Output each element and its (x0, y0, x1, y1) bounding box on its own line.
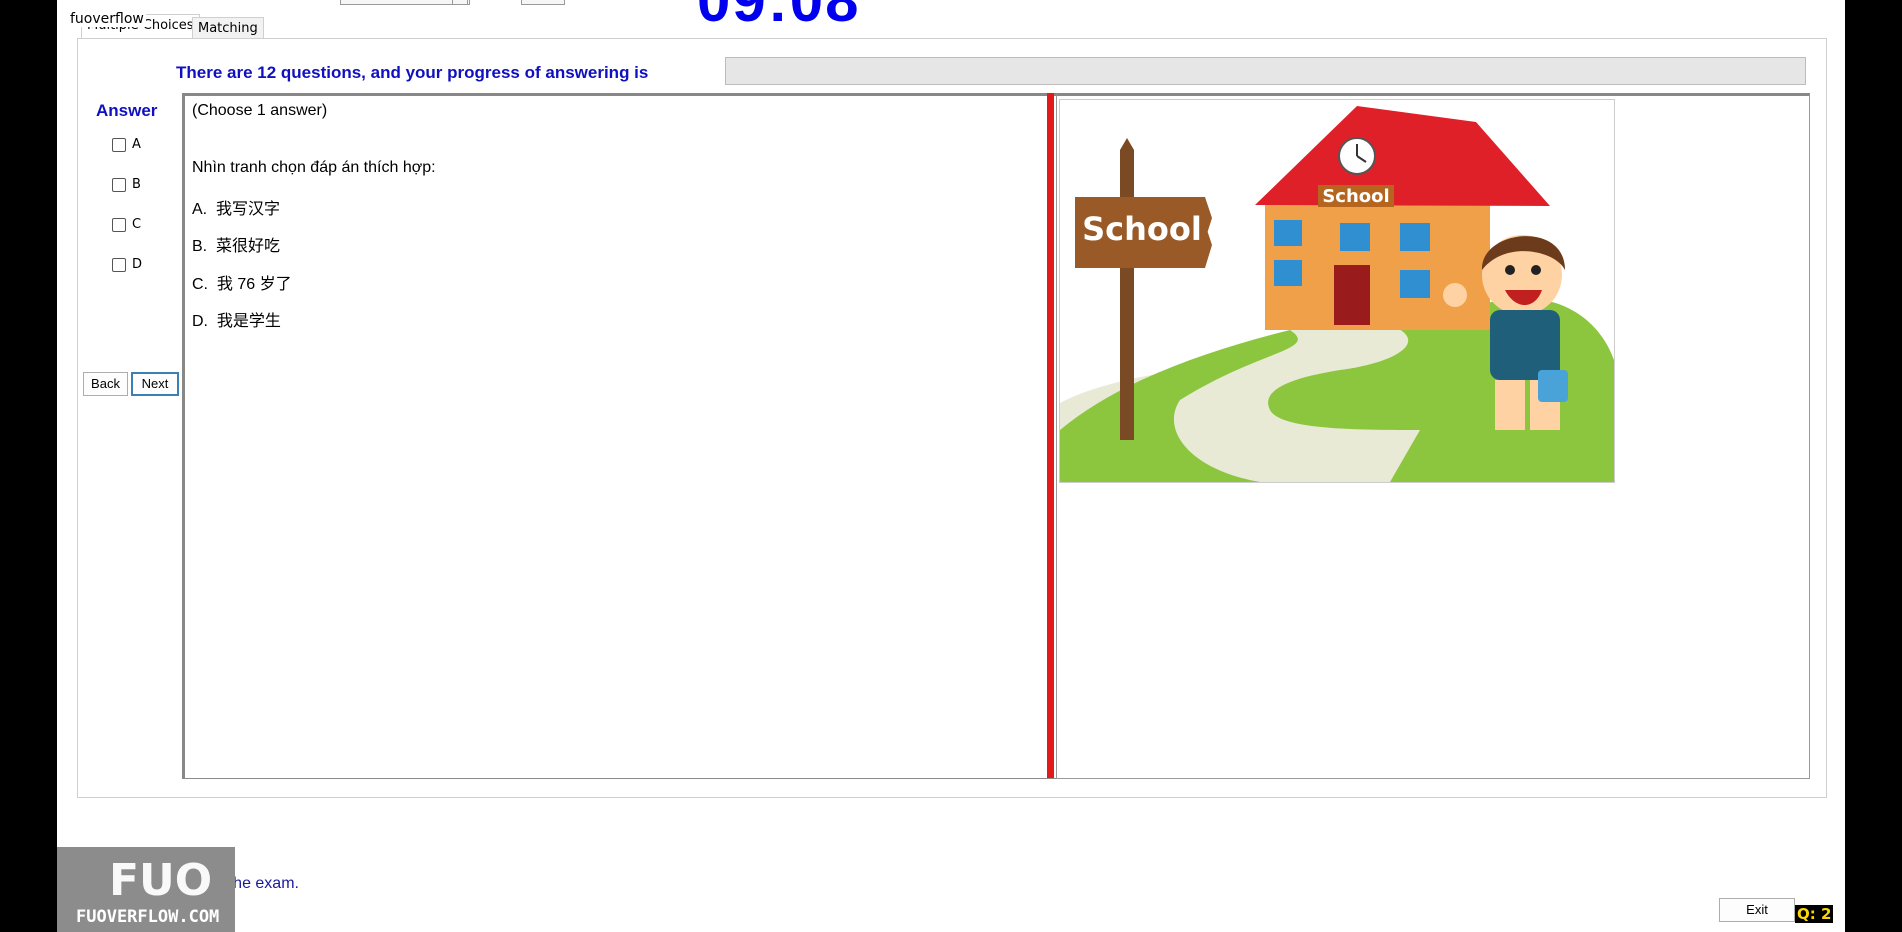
question-counter: Q: 2 (1795, 905, 1834, 923)
question-option-text: 我是学生 (216, 313, 281, 330)
back-button[interactable]: Back (83, 372, 128, 396)
question-option-letter: B. (192, 238, 208, 255)
window-title: fuoverflow (68, 11, 146, 27)
exit-button[interactable]: Exit (1719, 898, 1795, 922)
building-sign-text: School (1322, 186, 1389, 207)
question-option-text: 我写汉字 (216, 201, 281, 218)
question-option-text: 我 76 岁了 (216, 276, 292, 293)
answer-option-label: C (132, 217, 142, 232)
checkbox-b[interactable] (112, 177, 126, 192)
question-option-d: D. 我是学生 (192, 307, 281, 331)
signpost-text: School (1082, 210, 1202, 248)
question-prompt: Nhìn tranh chọn đáp án thích hợp: (192, 159, 436, 176)
school-illustration: School School (1037, 106, 1637, 500)
progress-bar (725, 57, 1806, 85)
question-text-panel: (Choose 1 answer) Nhìn tranh chọn đáp án… (182, 93, 1110, 779)
answer-option-label: D (132, 257, 143, 272)
tab-matching[interactable]: Matching (192, 17, 264, 39)
multiple-choice-panel: There are 12 questions, and your progres… (77, 38, 1827, 798)
progress-label: There are 12 questions, and your progres… (176, 63, 649, 82)
answer-option-c[interactable]: C (112, 217, 141, 232)
answer-option-label: B (132, 177, 141, 192)
top-field-dropdown-button[interactable] (452, 0, 468, 5)
question-option-letter: C. (192, 276, 208, 293)
question-option-c: C. 我 76 岁了 (192, 270, 292, 294)
question-option-letter: A. (192, 201, 208, 218)
top-field[interactable] (340, 0, 470, 5)
answer-option-b[interactable]: B (112, 177, 141, 192)
question-option-text: 菜很好吃 (216, 238, 281, 255)
exam-window: fuoverflow 09:08 Multiple Choices Matchi… (57, 0, 1845, 932)
countdown-timer: 09:08 (697, 0, 861, 34)
question-image-panel: School School (1037, 93, 1810, 779)
question-instruction: (Choose 1 answer) (192, 102, 328, 119)
next-button[interactable]: Next (131, 372, 179, 396)
answer-option-a[interactable]: A (112, 137, 141, 152)
watermark-site-text: FUOVERFLOW.COM (76, 907, 220, 927)
fuoverflow-watermark-logo: FUO FUOVERFLOW.COM (57, 847, 235, 932)
answer-option-label: A (132, 137, 141, 152)
answer-title: Answer (96, 101, 158, 120)
question-image: School School (1037, 99, 1637, 500)
question-option-letter: D. (192, 313, 208, 330)
checkbox-d[interactable] (112, 257, 126, 272)
checkbox-c[interactable] (112, 217, 126, 232)
watermark-logo-text: FUO (109, 855, 213, 906)
question-option-a: A. 我写汉字 (192, 195, 280, 219)
checkbox-a[interactable] (112, 137, 126, 152)
question-option-b: B. 菜很好吃 (192, 232, 280, 256)
answer-option-d[interactable]: D (112, 257, 142, 272)
top-small-field[interactable] (521, 0, 565, 5)
pane-splitter[interactable] (1047, 93, 1054, 778)
